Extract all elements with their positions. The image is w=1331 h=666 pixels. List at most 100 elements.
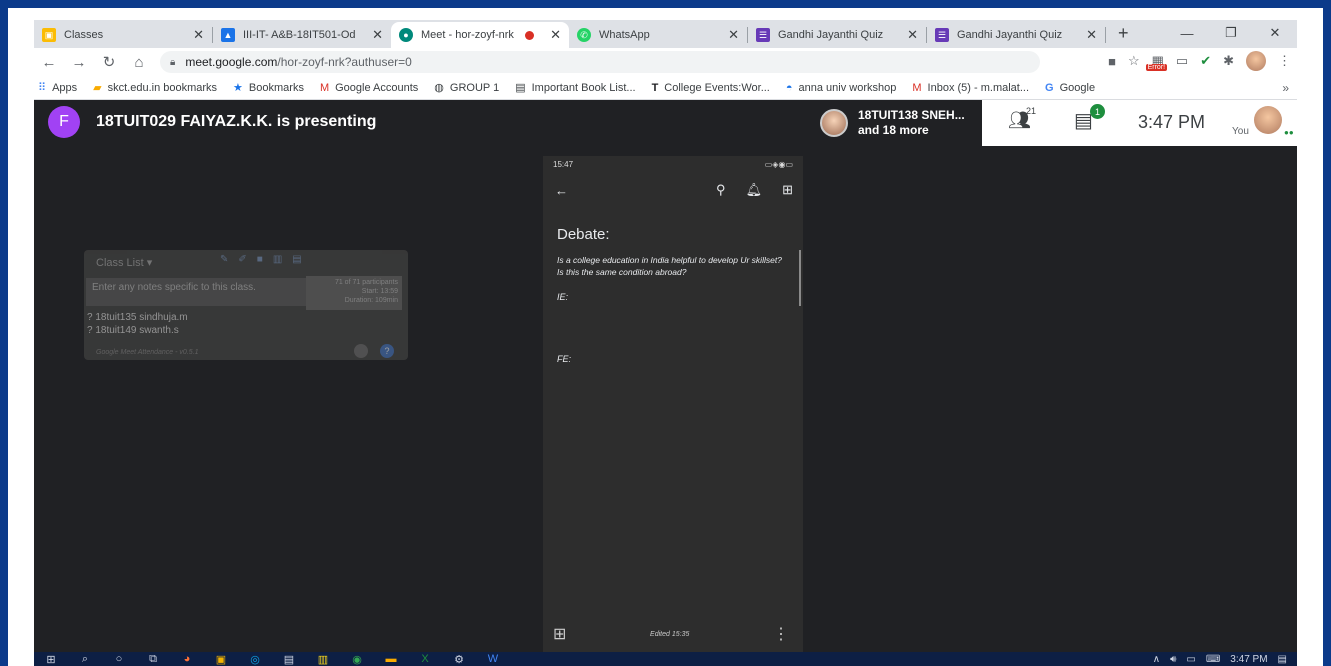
bookmark-star-icon[interactable]: ☆ (1128, 53, 1140, 69)
gmail-icon: M (912, 81, 922, 94)
checkmark-icon[interactable]: ✔ (1200, 53, 1211, 69)
reload-icon[interactable]: ↻ (94, 53, 124, 71)
help-icon[interactable]: ? (380, 344, 394, 358)
home-icon[interactable]: ⌂ (124, 54, 154, 71)
class-list-title: Class List (96, 257, 144, 269)
bookmark-book-list[interactable]: ▤ Important Book List... (515, 81, 635, 95)
participant-chip[interactable]: 18TUIT138 SNEH... and 18 more (812, 100, 982, 146)
list-item: ? 18tuit149 swanth.s (87, 325, 179, 336)
tab-meet[interactable]: ● Meet - hor-zoyf-nrk ✕ (391, 22, 569, 48)
bookmark-label: skct.edu.in bookmarks (107, 81, 218, 94)
taskbar-clock[interactable]: 3:47 PM (1230, 654, 1267, 665)
settings-gear-icon[interactable]: ⚙ (442, 653, 476, 666)
task-view-icon[interactable]: ⧉ (136, 653, 170, 666)
profile-avatar[interactable] (1246, 51, 1266, 71)
camera-icon[interactable]: ■ (1108, 54, 1116, 69)
tab-whatsapp[interactable]: ✆ WhatsApp ✕ (569, 22, 747, 48)
close-icon[interactable]: ✕ (193, 27, 204, 43)
battery-icon: ▭◈◉▭ (764, 160, 793, 169)
star-icon: ★ (233, 82, 243, 94)
more-vert-icon[interactable]: ⋮ (773, 624, 789, 644)
store-icon[interactable]: ▤ (272, 653, 306, 666)
os-taskbar: ⊞ ⌕ ○ ⧉ ◕ ▣ ◎ ▤ ▥ ◉ ▬ X ⚙ W ∧ 🔊︎ ▭ ⌨ 3:4… (34, 652, 1297, 666)
recording-icon (525, 30, 535, 40)
archive-icon[interactable]: ⊞ (782, 182, 793, 198)
export-icon[interactable]: ▤ (292, 254, 301, 265)
keyboard-icon[interactable]: ⌨ (1206, 654, 1220, 665)
notes-icon[interactable]: ▥ (306, 653, 340, 666)
explorer-icon[interactable]: ▬ (374, 653, 408, 665)
people-count: 21 (1026, 106, 1037, 116)
chat-badge: 1 (1090, 104, 1105, 119)
edit-icon[interactable]: ✎ (220, 254, 228, 265)
tab-course[interactable]: ▲ III-IT- A&B-18IT501-Od ✕ (213, 22, 391, 48)
bookmark-label: Apps (52, 81, 78, 94)
you-label: You (1232, 126, 1249, 137)
close-icon[interactable]: ✕ (372, 27, 383, 43)
stats-participants: 71 of 71 participants (334, 279, 398, 286)
excel-icon[interactable]: X (408, 653, 442, 665)
extension-meter-icon[interactable]: ▭ (1176, 53, 1188, 69)
user-icon: ◓ (785, 81, 793, 94)
save-icon[interactable]: ■ (257, 254, 263, 265)
bookmark-anna-univ[interactable]: ◓ anna univ workshop (786, 82, 897, 94)
forward-arrow-icon[interactable]: → (64, 54, 94, 71)
lock-icon: 🔒︎ (170, 56, 176, 68)
settings-icon[interactable] (354, 344, 368, 358)
bookmark-apps[interactable]: ⠿ Apps (38, 81, 78, 95)
puzzle-icon[interactable]: ✱ (1223, 53, 1234, 69)
pin-icon[interactable]: ⚲ (716, 182, 726, 198)
class-notes-input[interactable]: Enter any notes specific to this class. (86, 278, 308, 306)
bookmark-google[interactable]: G Google (1045, 82, 1095, 94)
restore-icon[interactable]: ❐ (1209, 25, 1253, 41)
chrome-icon[interactable]: ◉ (340, 653, 374, 666)
add-box-icon[interactable]: ⊞ (553, 624, 566, 644)
tab-quiz-2[interactable]: ☰ Gandhi Jayanthi Quiz ✕ (927, 22, 1105, 48)
new-tab-plus-icon[interactable]: + (1118, 23, 1129, 44)
edge-icon[interactable]: ◎ (238, 653, 272, 666)
volume-icon[interactable]: 🔊︎ (1170, 654, 1176, 665)
windows-start-icon[interactable]: ⊞ (34, 653, 68, 666)
search-icon[interactable]: ⌕ (68, 653, 102, 666)
notifications-icon[interactable]: ▤ (1278, 654, 1287, 665)
classroom-icon: ▣ (42, 28, 56, 42)
bookmark-inbox[interactable]: M Inbox (5) - m.malat... (912, 82, 1029, 94)
close-icon[interactable]: ✕ (1086, 27, 1097, 43)
bookmark-folder[interactable]: ▰ skct.edu.in bookmarks (93, 81, 218, 95)
word-icon[interactable]: W (476, 653, 510, 665)
battery-tray-icon[interactable]: ▭ (1186, 654, 1195, 665)
speaking-indicator-icon: ●● (1284, 128, 1294, 137)
participant-name: 18TUIT138 SNEH... (858, 108, 965, 122)
bookmark-group-1[interactable]: ◍ GROUP 1 (434, 81, 499, 95)
tab-label: Gandhi Jayanthi Quiz (778, 29, 884, 41)
menu-kebab-icon[interactable]: ⋮ (1278, 53, 1291, 69)
close-window-icon[interactable]: ✕ (1253, 25, 1297, 41)
close-icon[interactable]: ✕ (728, 27, 739, 43)
bell-icon[interactable]: 🔔︎ (746, 182, 763, 198)
media-icon[interactable]: ▣ (204, 653, 238, 666)
bookmark-college-events[interactable]: T College Events:Wor... (652, 82, 770, 94)
chevron-up-icon[interactable]: ∧ (1153, 654, 1160, 665)
delete-icon[interactable]: ▥ (273, 254, 282, 265)
stats-duration: Duration: 109min (344, 297, 398, 304)
cortana-icon[interactable]: ○ (102, 653, 136, 665)
extension-calendar-icon[interactable]: ▦ Error! (1145, 53, 1168, 71)
tab-classes[interactable]: ▣ Classes ✕ (34, 22, 212, 48)
bookmark-google-accounts[interactable]: M Google Accounts (320, 82, 418, 94)
close-icon[interactable]: ✕ (907, 27, 918, 43)
scrollbar (799, 250, 801, 306)
chevron-more-icon[interactable]: » (1282, 81, 1289, 95)
tab-quiz-1[interactable]: ☰ Gandhi Jayanthi Quiz ✕ (748, 22, 926, 48)
meeting-clock: 3:47 PM (1138, 112, 1206, 132)
close-icon[interactable]: ✕ (550, 27, 561, 43)
back-arrow-icon[interactable]: ← (34, 54, 64, 71)
minimize-icon[interactable]: — (1165, 26, 1209, 41)
pencil-icon[interactable]: ✐ (238, 254, 246, 265)
address-bar[interactable]: 🔒︎ meet.google.com/hor-zoyf-nrk?authuser… (160, 51, 1040, 73)
note-ie-label: IE: (557, 292, 569, 302)
bookmark-bookmarks[interactable]: ★ Bookmarks (233, 81, 304, 95)
firefox-icon[interactable]: ◕ (170, 653, 204, 665)
class-list-header[interactable]: Class List ▾ (96, 256, 152, 269)
browser-window: ▣ Classes ✕ ▲ III-IT- A&B-18IT501-Od ✕ ●… (34, 20, 1297, 666)
back-arrow-icon[interactable]: ← (555, 183, 696, 198)
